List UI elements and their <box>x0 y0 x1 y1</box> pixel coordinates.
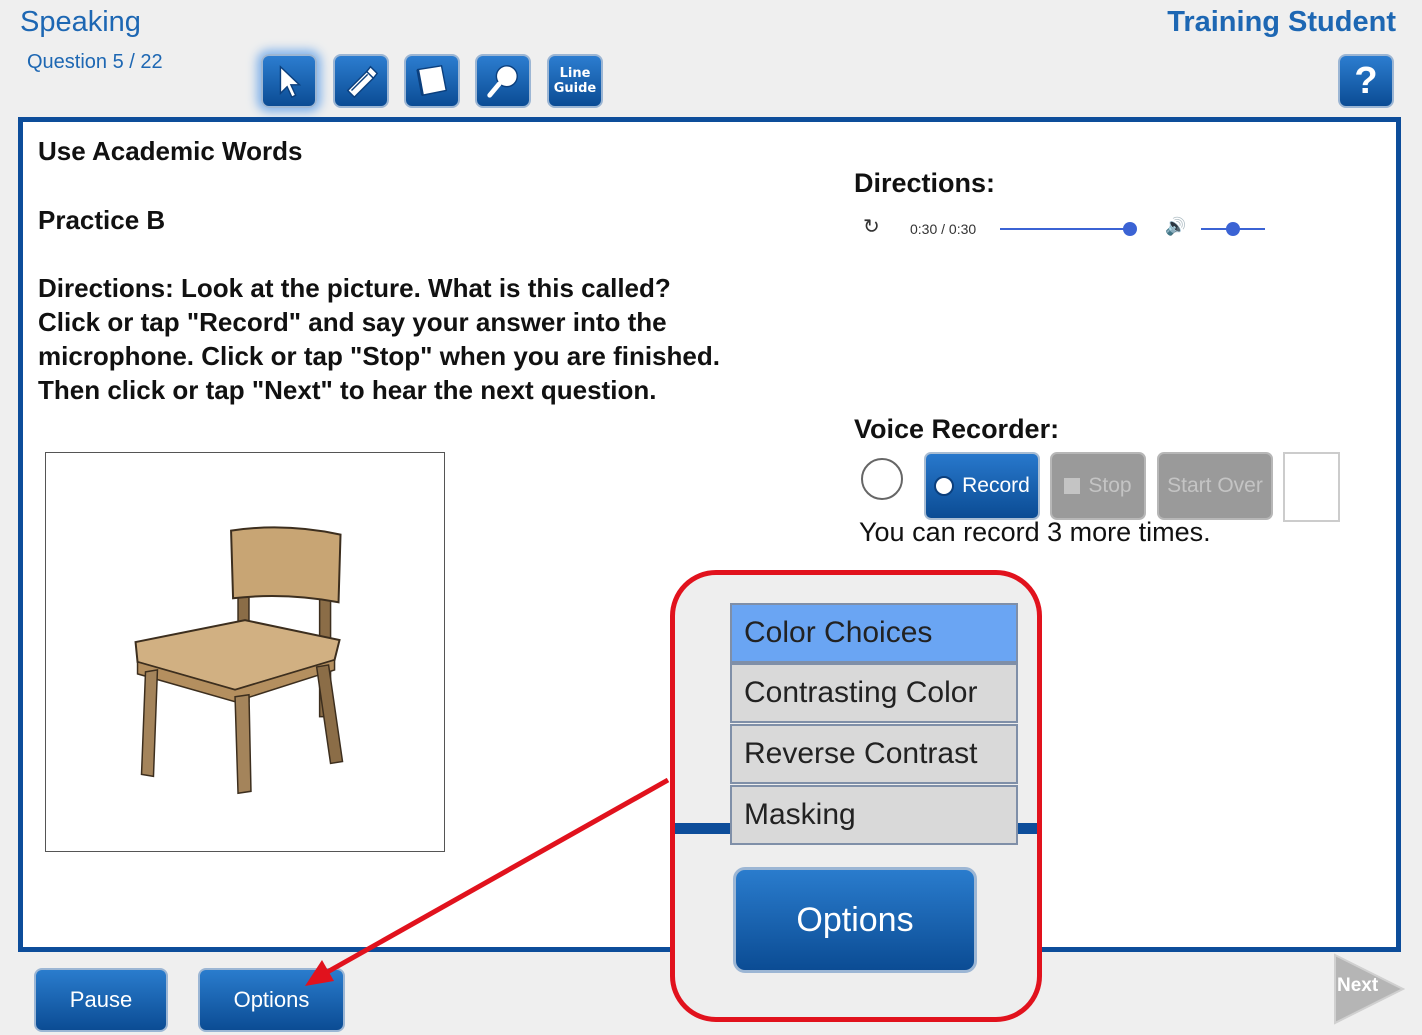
pointer-icon <box>279 65 302 99</box>
highlighter-tool-button[interactable] <box>333 54 389 108</box>
question-title: Use Academic Words <box>38 136 303 166</box>
directions-line-2: Click or tap "Record" and say your answe… <box>38 307 667 337</box>
highlighter-icon <box>346 65 379 99</box>
line-guide-label-2: Guide <box>553 81 597 96</box>
directions-heading: Directions: <box>854 168 996 198</box>
next-label: Next <box>1337 975 1379 996</box>
directions-line-3: microphone. Click or tap "Stop" when you… <box>38 341 720 371</box>
volume-icon[interactable]: 🔊 <box>1165 217 1186 237</box>
menu-item-masking[interactable]: Masking <box>730 785 1018 845</box>
options-callout: Color Choices Contrasting Color Reverse … <box>670 570 1042 1022</box>
voice-recorder-heading: Voice Recorder: <box>854 414 1060 444</box>
start-over-button[interactable]: Start Over <box>1157 452 1273 520</box>
notepad-tool-button[interactable] <box>404 54 460 108</box>
pause-label: Pause <box>69 987 133 1012</box>
line-guide-button[interactable]: Line Guide <box>547 54 603 108</box>
pointer-tool-button[interactable] <box>261 54 317 108</box>
volume-knob[interactable] <box>1226 222 1240 236</box>
audio-time: 0:30 / 0:30 <box>910 221 977 237</box>
record-button[interactable]: Record <box>924 452 1040 520</box>
menu-item-label: Contrasting Color <box>744 676 978 709</box>
question-subtitle: Practice B <box>38 205 166 235</box>
next-button[interactable]: Next <box>1333 953 1406 1025</box>
line-guide-label-1: Line <box>559 66 591 81</box>
student-name: Training Student <box>1167 6 1396 38</box>
menu-item-color-choices[interactable]: Color Choices <box>730 603 1018 663</box>
pause-button[interactable]: Pause <box>34 968 168 1032</box>
menu-item-label: Masking <box>744 798 856 831</box>
recording-slot <box>1283 452 1340 522</box>
menu-item-label: Reverse Contrast <box>744 737 978 770</box>
replay-icon[interactable]: ↻ <box>863 214 880 239</box>
magnifier-icon <box>487 65 518 98</box>
options-button[interactable]: Options <box>198 968 345 1032</box>
callout-options-button[interactable]: Options <box>733 867 977 973</box>
record-label: Record <box>962 474 1030 497</box>
recording-indicator <box>861 458 903 500</box>
magnifier-tool-button[interactable] <box>475 54 531 108</box>
stop-square-icon <box>1064 478 1081 494</box>
options-label: Options <box>233 987 310 1012</box>
stop-button[interactable]: Stop <box>1050 452 1146 520</box>
stop-label: Stop <box>1088 474 1132 497</box>
help-button[interactable]: ? <box>1338 54 1394 108</box>
question-picture <box>45 452 445 852</box>
directions-audio-player: ↻ 0:30 / 0:30 🔊 <box>863 216 1283 242</box>
menu-item-reverse-contrast[interactable]: Reverse Contrast <box>730 724 1018 784</box>
start-over-label: Start Over <box>1167 474 1263 497</box>
recordings-remaining: You can record 3 more times. <box>859 517 1211 547</box>
chair-image <box>134 526 344 795</box>
voice-recorder-controls: Record Stop Start Over <box>861 452 1341 522</box>
audio-progress-knob[interactable] <box>1123 222 1137 236</box>
menu-item-label: Color Choices <box>744 616 933 649</box>
audio-progress-track[interactable] <box>1000 228 1130 230</box>
subject-title: Speaking <box>20 6 141 38</box>
directions-line-4: Then click or tap "Next" to hear the nex… <box>38 375 657 405</box>
question-counter: Question 5 / 22 <box>27 51 163 73</box>
notepad-icon <box>416 64 448 97</box>
record-dot-icon <box>934 476 955 496</box>
menu-item-contrasting-color[interactable]: Contrasting Color <box>730 663 1018 723</box>
directions-line-1: Directions: Look at the picture. What is… <box>38 273 671 303</box>
callout-options-label: Options <box>796 900 914 939</box>
